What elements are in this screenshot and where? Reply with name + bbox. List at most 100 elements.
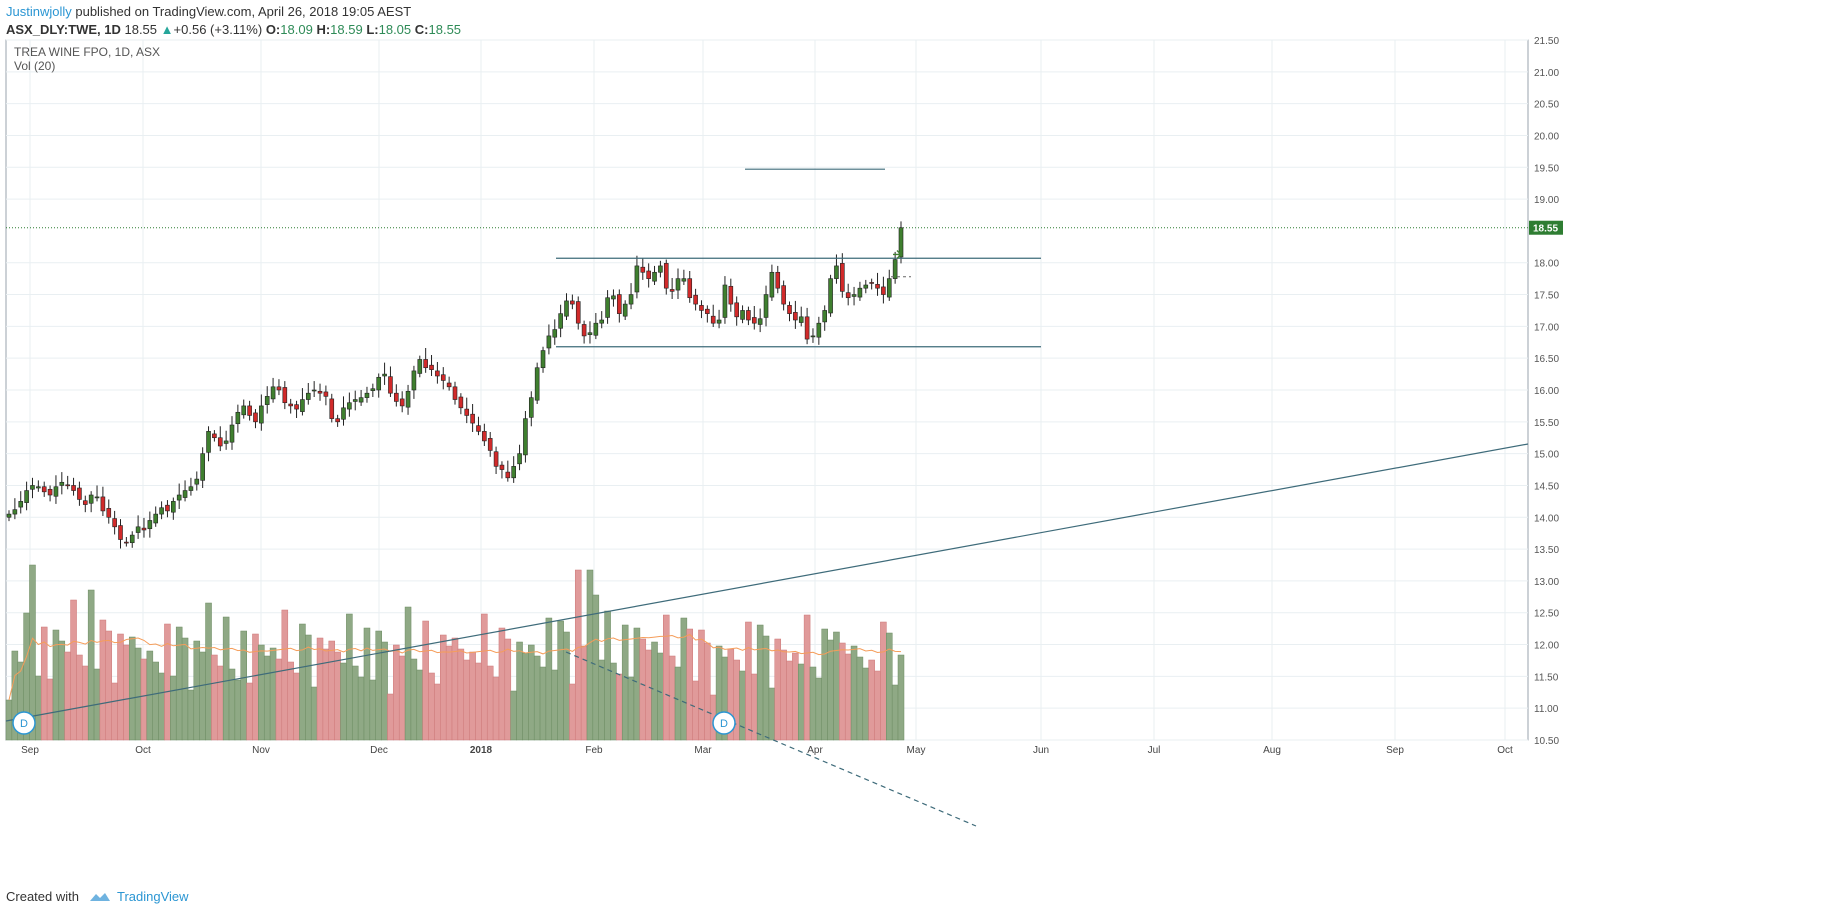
candle-body: [36, 486, 41, 489]
x-tick-label: Oct: [1497, 745, 1513, 756]
candle-body: [106, 508, 112, 518]
ohlc-line: ASX_DLY:TWE, 1D 18.55 ▲+0.56 (+3.11%) O:…: [6, 21, 461, 38]
candle-body: [517, 453, 522, 465]
volume-bar: [222, 616, 230, 741]
chart-area[interactable]: 21.50 21.00 20.50 20.00 19.50 19.00 18.55 18.00…: [0, 0, 1824, 917]
author-link[interactable]: Justinwjolly: [6, 4, 72, 19]
volume-bar: [768, 687, 776, 741]
candle-body: [59, 481, 65, 486]
volume-bar: [557, 620, 564, 741]
candle-body: [470, 413, 475, 424]
volume-bar: [780, 649, 787, 741]
volume-bar: [745, 621, 752, 741]
volume-bar: [199, 651, 206, 741]
candle-body: [575, 301, 581, 324]
candle-body: [241, 405, 247, 416]
y-tick-label: 12.50: [1534, 609, 1559, 620]
tradingview-logo-icon: [89, 892, 110, 901]
candle-body: [394, 392, 399, 402]
volume-bar: [475, 662, 482, 741]
candle-body: [294, 404, 299, 410]
y-tick-label: 17.50: [1534, 291, 1559, 302]
candle-body: [129, 534, 135, 544]
candle-body: [47, 488, 53, 496]
candle-body: [335, 418, 340, 423]
volume-bar: [821, 628, 828, 741]
volume-bar: [346, 613, 353, 741]
x-tick-label: Sep: [1386, 745, 1404, 756]
candle-body: [587, 332, 593, 335]
dividend-marker-label: D: [20, 718, 28, 730]
volume-bar: [351, 665, 359, 741]
last-price-label: 18.55: [1533, 224, 1558, 235]
chart-legend-title: TREA WINE FPO, 1D, ASX: [14, 45, 160, 59]
candle-body: [652, 271, 657, 282]
volume-bar: [398, 655, 406, 741]
candle-body: [699, 305, 704, 311]
candle-body: [12, 509, 18, 515]
x-tick-label: Jun: [1033, 745, 1049, 756]
y-tick-label: 21.50: [1534, 36, 1559, 47]
candle-body: [687, 278, 693, 299]
volume-bar: [627, 676, 635, 741]
y-tick-label: 13.50: [1534, 545, 1559, 556]
volume-bar: [234, 679, 242, 741]
candle-body: [18, 501, 24, 508]
close-label: C:: [414, 22, 429, 37]
y-tick-label: 19.50: [1534, 163, 1559, 174]
tradingview-brand-link[interactable]: TradingView: [117, 889, 189, 904]
candle-body: [411, 370, 417, 391]
candle-body: [212, 433, 217, 439]
volume-bar: [897, 654, 905, 741]
x-tick-label: Jul: [1148, 745, 1161, 756]
candle-body: [886, 278, 892, 298]
y-tick-label: 16.00: [1534, 386, 1559, 397]
price-chart-svg[interactable]: 21.50 21.00 20.50 20.00 19.50 19.00 18.55 18.00…: [0, 0, 1824, 917]
candle-body: [323, 391, 329, 397]
volume-bar: [134, 647, 142, 741]
candle-body: [124, 541, 129, 544]
candle-body: [382, 373, 387, 377]
volume-bar: [87, 589, 95, 741]
candle-body: [223, 440, 229, 444]
candle-body: [112, 518, 117, 528]
volume-bar: [52, 629, 60, 741]
volume-bar: [434, 683, 441, 741]
candle-body: [159, 507, 164, 515]
volume-bar: [387, 693, 394, 741]
volume-bar: [751, 673, 758, 741]
candle-body: [435, 370, 440, 377]
x-tick-label: Sep: [21, 745, 39, 756]
candle-body: [869, 282, 874, 284]
candle-body: [305, 392, 311, 400]
volume-bar: [539, 666, 547, 741]
volume-bar: [850, 645, 858, 741]
y-tick-label: 14.00: [1534, 513, 1559, 524]
candle-body: [30, 485, 35, 490]
x-tick-label: Dec: [370, 745, 388, 756]
volume-bar: [786, 660, 793, 741]
volume-bar: [533, 655, 541, 741]
volume-bar: [128, 636, 136, 741]
candle-body: [487, 438, 493, 451]
volume-bar: [117, 633, 124, 741]
candle-body: [282, 387, 288, 404]
candle-body: [440, 374, 446, 381]
volume-bar: [440, 634, 447, 741]
volume-bar: [569, 683, 576, 741]
candle-body: [775, 271, 781, 289]
candle-body: [558, 313, 563, 329]
candle-body: [94, 496, 100, 499]
candle-body: [593, 322, 599, 336]
volume-bar: [281, 609, 289, 741]
candle-body: [857, 287, 863, 298]
x-tick-label: Feb: [585, 745, 603, 756]
candle-body: [570, 300, 575, 305]
candle-body: [722, 284, 728, 318]
y-tick-label: 15.00: [1534, 450, 1559, 461]
candle-body: [581, 324, 587, 337]
candle-body: [317, 390, 323, 394]
volume-bar: [463, 659, 470, 741]
candle-body: [640, 266, 646, 273]
candle-body: [276, 386, 282, 391]
